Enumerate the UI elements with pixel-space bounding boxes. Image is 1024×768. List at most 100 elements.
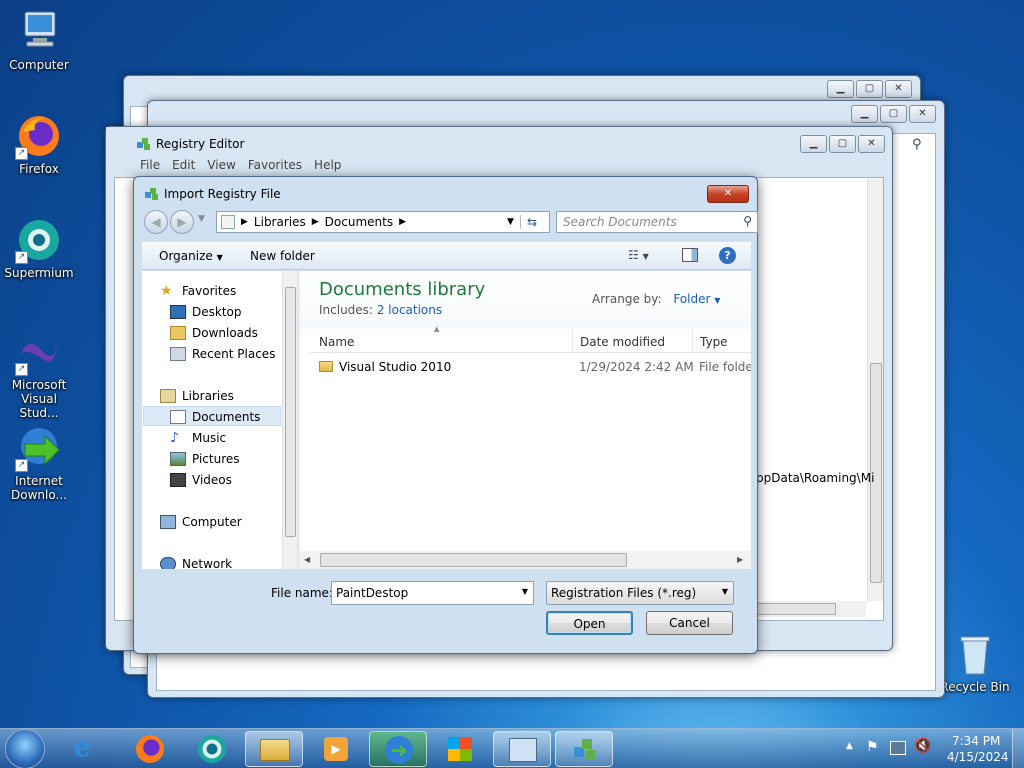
cancel-button[interactable]: Cancel [646,611,733,635]
library-icon [221,215,235,229]
close-button[interactable]: ✕ [909,105,936,123]
nav-documents[interactable]: Documents [170,408,260,426]
taskbar-firefox[interactable] [121,731,179,767]
includes-link[interactable]: 2 locations [377,303,442,317]
back-button[interactable]: ◀ [144,210,168,234]
taskbar-control-panel[interactable] [493,731,551,767]
taskbar-media-player[interactable]: ▶ [307,731,365,767]
chevron-down-icon[interactable]: ▼ [507,217,514,227]
minimize-button[interactable]: ▁ [851,105,878,123]
desktop-icon-supermium[interactable]: ↗ Supermium [1,216,77,280]
preview-pane-icon[interactable] [682,248,698,262]
music-icon: ♪ [170,430,179,446]
table-row[interactable]: Visual Studio 2010 1/29/2024 2:42 AM Fil… [312,357,751,377]
taskbar-windows[interactable] [431,731,489,767]
address-bar[interactable]: ▶ Libraries ▶ Documents ▶ ▼ ⇆ [216,211,550,233]
vertical-scrollbar[interactable] [867,179,883,601]
help-icon[interactable]: ? [719,247,736,264]
organize-button[interactable]: Organize ▼ [159,249,223,263]
library-title: Documents library [319,279,486,300]
menu-view[interactable]: View [207,158,235,172]
internet-download-manager-icon: ➜ [385,736,413,764]
nav-music[interactable]: ♪ Music [170,429,226,447]
minimize-button[interactable]: ▁ [827,80,854,98]
volume-muted-icon[interactable]: 🔇 [914,738,931,754]
taskbar-supermium[interactable] [183,731,241,767]
refresh-icon[interactable]: ⇆ [519,215,543,229]
desktop-icon-computer[interactable]: Computer [1,8,77,72]
row-name: Visual Studio 2010 [339,360,452,374]
menu-favorites[interactable]: Favorites [248,158,302,172]
close-button[interactable]: ✕ [858,135,885,153]
menu-edit[interactable]: Edit [172,158,195,172]
breadcrumb-documents[interactable]: Documents [325,215,393,229]
documents-icon [170,410,186,424]
chevron-right-icon: ▶ [241,217,248,227]
show-hidden-icons[interactable]: ▲ [846,741,853,751]
nav-computer[interactable]: Computer [160,513,242,531]
desktop-icon-recycle-bin[interactable]: Recycle Bin [937,630,1013,694]
menu-help[interactable]: Help [314,158,341,172]
start-button[interactable] [5,729,45,768]
internet-download-manager-icon: ↗ [15,424,63,472]
maximize-button[interactable]: ▢ [880,105,907,123]
folder-icon [260,739,290,761]
taskbar-ie[interactable]: e [60,731,118,767]
forward-button[interactable]: ▶ [170,210,194,234]
nav-desktop[interactable]: Desktop [170,303,242,321]
desktop-icon-label: Supermium [4,266,74,280]
close-button[interactable]: ✕ [885,80,912,98]
libraries-icon [160,389,176,403]
history-dropdown[interactable]: ▼ [198,214,205,224]
show-desktop-button[interactable] [1012,729,1024,768]
nav-pictures[interactable]: Pictures [170,450,240,468]
action-center-flag-icon[interactable]: ⚑ [866,739,879,755]
taskbar-explorer[interactable] [245,731,303,767]
nav-videos[interactable]: Videos [170,471,232,489]
nav-downloads[interactable]: Downloads [170,324,258,342]
desktop-icon-label: Recycle Bin [940,680,1010,694]
network-icon[interactable] [890,741,906,755]
maximize-button[interactable]: ▢ [829,135,856,153]
chevron-right-icon: ▶ [399,217,407,227]
search-icon: ⚲ [743,214,752,228]
maximize-button[interactable]: ▢ [856,80,883,98]
clock-time[interactable]: 7:34 PM [952,734,1000,748]
minimize-button[interactable]: ▁ [800,135,827,153]
nav-network[interactable]: Network [160,555,232,569]
search-icon[interactable]: ⚲ [912,137,934,155]
nav-scrollbar[interactable] [282,271,297,569]
firefox-icon [136,735,164,763]
taskbar-registry-editor[interactable] [555,731,613,767]
recycle-bin-icon [951,630,999,678]
chevron-down-icon[interactable]: ▼ [522,587,528,596]
search-input[interactable]: Search Documents ⚲ [556,211,758,233]
desktop-icon-firefox[interactable]: ↗ Firefox [1,112,77,176]
desktop-icon-label: Internet Downlo... [11,474,67,502]
desktop-icon-internet-download[interactable]: ↗ Internet Downlo... [1,424,77,502]
nav-recent-places[interactable]: Recent Places [170,345,275,363]
horizontal-scrollbar[interactable]: ◀ ▶ [300,551,751,569]
taskbar-internet-download-manager[interactable]: ➜ [369,731,427,767]
shortcut-arrow-icon: ↗ [15,251,28,264]
column-date-modified[interactable]: Date modified [580,335,665,349]
dialog-title: Import Registry File [164,187,281,201]
media-player-icon: ▶ [324,737,348,761]
open-button[interactable]: Open [546,611,633,635]
column-type[interactable]: Type [700,335,728,349]
desktop-icon-visual-studio[interactable]: ↗ Microsoft Visual Stud... [1,328,77,420]
arrange-by-dropdown[interactable]: Folder ▼ [673,292,720,306]
breadcrumb-libraries[interactable]: Libraries [254,215,306,229]
view-options-icon[interactable]: ☷ ▼ [628,248,649,262]
close-button[interactable]: ✕ [707,185,749,203]
filetype-select[interactable]: Registration Files (*.reg) ▼ [546,581,734,605]
menu-file[interactable]: File [140,158,160,172]
nav-libraries[interactable]: Libraries [160,387,234,405]
column-name[interactable]: Name [319,335,354,349]
import-dialog[interactable]: Import Registry File ✕ ◀ ▶ ▼ ▶ Libraries… [133,176,758,654]
clock-date[interactable]: 4/15/2024 [947,750,1009,764]
nav-favorites[interactable]: ★ Favorites [160,282,236,300]
desktop-icon-label: Microsoft Visual Stud... [11,378,67,420]
new-folder-button[interactable]: New folder [250,249,315,263]
filename-input[interactable]: PaintDestop ▼ [331,581,534,605]
